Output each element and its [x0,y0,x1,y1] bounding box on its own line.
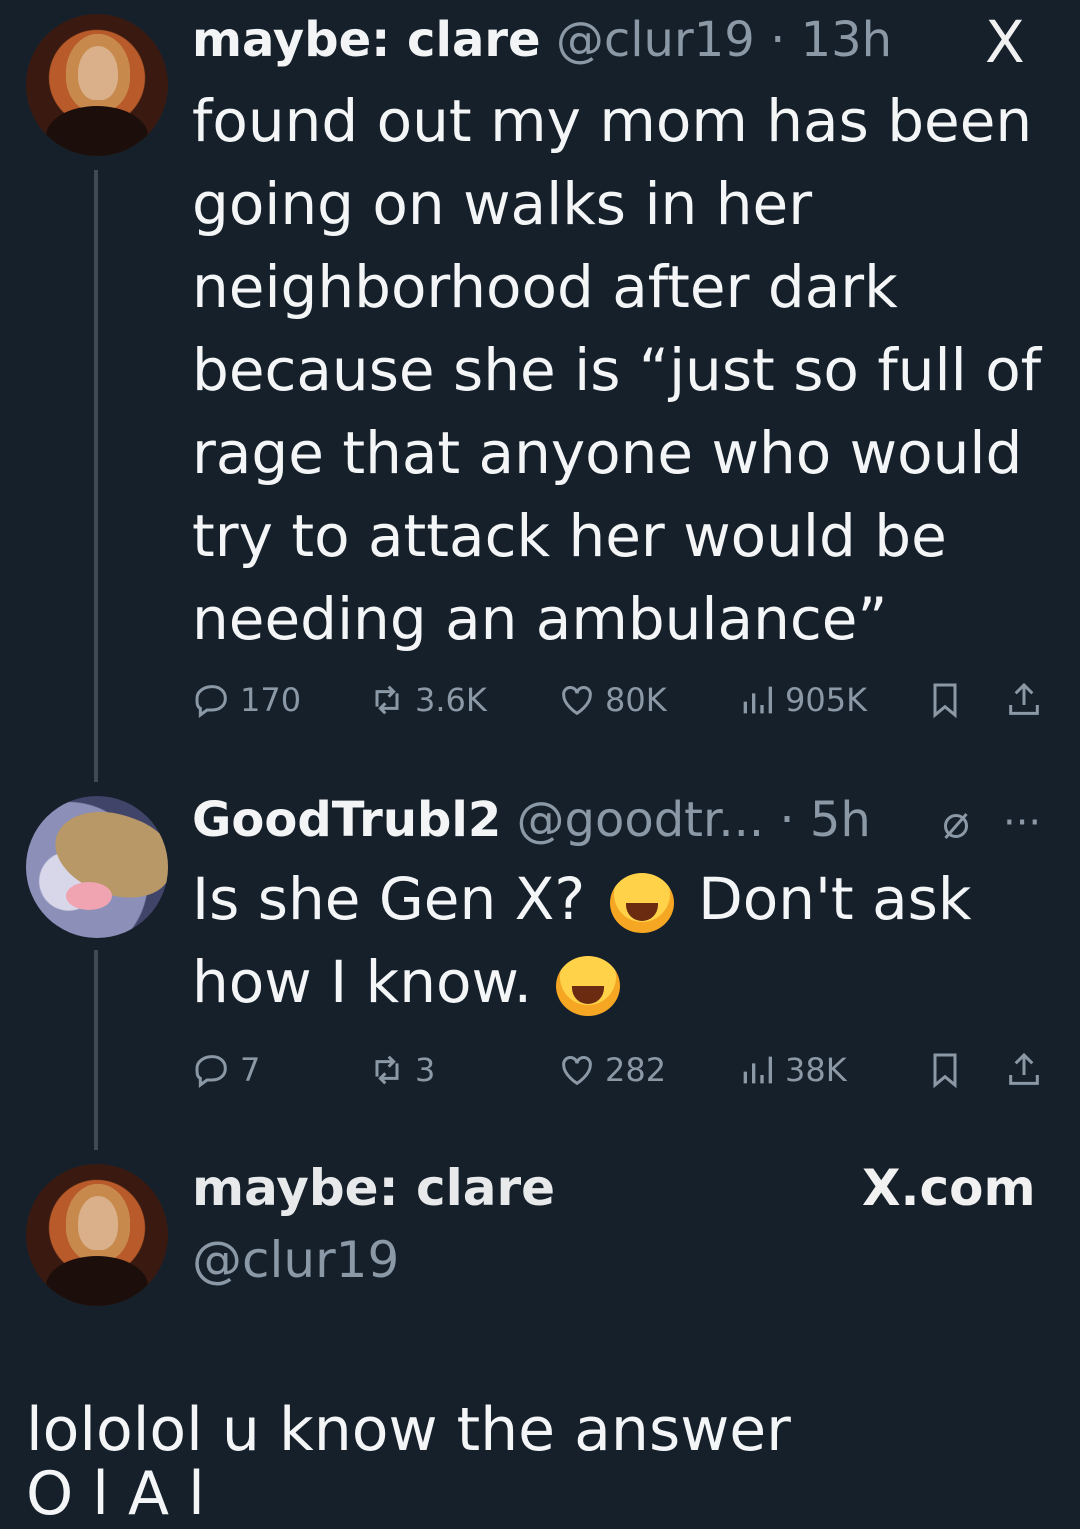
bookmark-button[interactable] [925,680,965,720]
tweet-actions: 170 3.6K 80K 905K [192,680,1052,720]
like-button[interactable]: 80K [557,680,667,720]
heart-icon [562,686,592,716]
avatar-clare[interactable] [26,14,168,156]
caption-cut-text: O l A l [26,1459,205,1529]
display-name[interactable]: maybe: clare [192,12,541,68]
tweet-header: maybe: clare @clur19 · 13h [192,12,892,68]
reply-text-part: Is she Gen X? [192,865,586,933]
like-count: 80K [605,681,667,719]
handle[interactable]: @goodtr... [517,792,765,848]
like-button[interactable]: 282 [557,1050,666,1090]
timestamp[interactable]: · 5h [779,792,870,848]
thread-line [94,950,98,1150]
laughing-emoji-icon [556,955,621,1016]
views-icon [743,1056,772,1084]
views-button[interactable]: 905K [737,680,867,720]
reply-count: 7 [240,1051,261,1089]
repost-count: 3.6K [415,681,487,719]
reply-icon [195,685,227,718]
reply-button[interactable]: 7 [192,1050,260,1090]
reply-button[interactable]: 170 [192,680,301,720]
more-icon[interactable]: ··· [1003,800,1041,846]
repost-button[interactable]: 3.6K [367,680,487,720]
reply-text-part: Don't ask [698,865,972,933]
like-count: 282 [605,1051,667,1089]
avatar-clare[interactable] [26,1164,168,1306]
share-icon [1009,682,1039,715]
share-button[interactable] [1004,680,1044,720]
share-icon [1009,1052,1039,1085]
repost-icon [375,685,399,715]
repost-button[interactable]: 3 [367,1050,435,1090]
tweet-header: GoodTrubl2 @goodtr... · 5h [192,792,871,848]
laughing-emoji-icon [609,872,674,933]
views-count: 38K [785,1051,847,1089]
views-count: 905K [785,681,868,719]
footer-name[interactable]: maybe: clare [192,1160,555,1216]
brand-label[interactable]: X.com [862,1160,1036,1216]
tweet-body: found out my mom has been going on walks… [192,87,1042,653]
bookmark-icon [933,683,957,719]
reply-icon [195,1055,227,1088]
bookmark-icon [933,1053,957,1089]
share-button[interactable] [1004,1050,1044,1090]
views-icon [743,686,772,714]
heart-icon [562,1056,592,1086]
bookmark-button[interactable] [925,1050,965,1090]
reply-count: 170 [240,681,302,719]
caption-text: lololol u know the answer [26,1395,791,1465]
repost-icon [375,1055,399,1085]
handle[interactable]: @clur19 [556,12,755,68]
timestamp[interactable]: · 13h [770,12,892,68]
tweet-body: Is she Gen X? Don't ask how I know. [192,858,1052,1024]
avatar-goodtrubl2[interactable] [26,796,168,938]
reply-text-part: how I know. [192,948,533,1016]
footer-handle[interactable]: @clur19 [192,1232,399,1288]
views-button[interactable]: 38K [737,1050,847,1090]
blocked-icon[interactable] [938,808,974,844]
repost-count: 3 [415,1051,436,1089]
x-logo-icon[interactable]: X [985,8,1025,76]
thread-line [94,170,98,782]
display-name[interactable]: GoodTrubl2 [192,792,501,848]
tweet-actions: 7 3 282 38K [192,1050,1052,1090]
